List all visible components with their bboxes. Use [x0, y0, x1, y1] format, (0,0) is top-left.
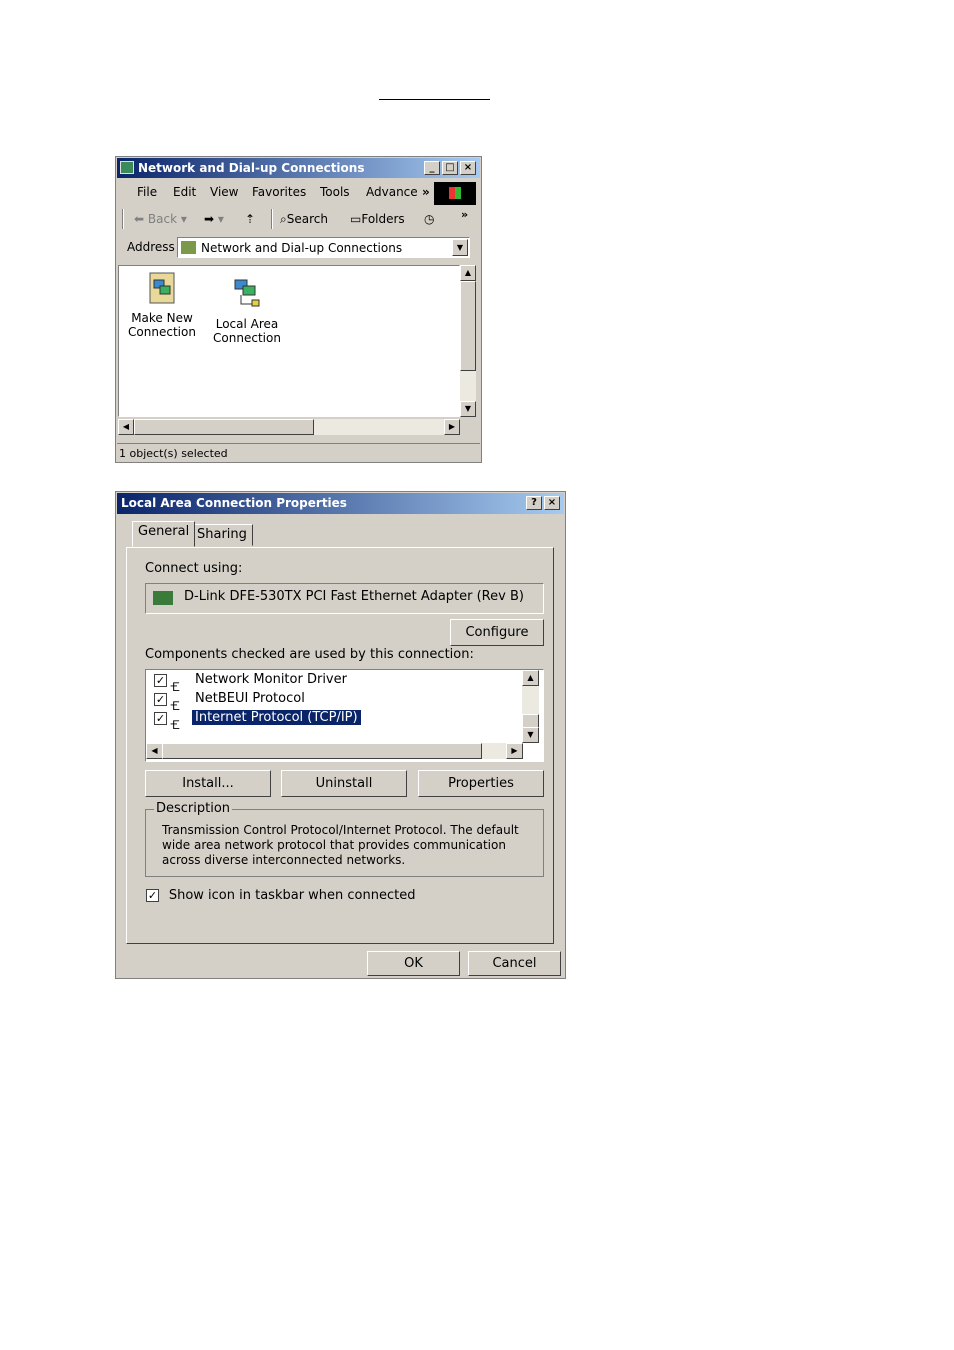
forward-dropdown-icon: ▾ [217, 212, 224, 226]
explorer-title: Network and Dial-up Connections [138, 161, 365, 175]
description-legend: Description [154, 801, 233, 816]
network-protocol-icon: 🝗 [170, 699, 180, 713]
show-icon-label: Show icon in taskbar when connected [168, 888, 416, 903]
status-bar: 1 object(s) selected [117, 443, 480, 463]
menu-favorites[interactable]: Favorites [252, 185, 306, 199]
help-button[interactable]: ? [526, 496, 542, 510]
component-checkbox[interactable]: ✓ [154, 693, 167, 706]
horizontal-scroll-thumb[interactable] [134, 419, 314, 435]
network-connections-window: Network and Dial-up Connections _ □ × Fi… [115, 156, 482, 463]
menu-bar: File Edit View Favorites Tools Advance » [118, 181, 433, 203]
menu-tools[interactable]: Tools [320, 185, 350, 199]
back-button[interactable]: ⬅ Back ▾ [134, 212, 187, 226]
folders-icon: ▭ [350, 212, 362, 226]
forward-button[interactable]: ➡ ▾ [204, 212, 224, 226]
address-bar: Address Network and Dial-up Connections … [118, 235, 478, 259]
list-horizontal-scrollbar[interactable]: ◀ ▶ [146, 743, 523, 759]
up-folder-icon: ⇡ [245, 212, 256, 226]
scroll-right-icon[interactable]: ▶ [506, 743, 523, 759]
make-new-connection-icon [149, 272, 175, 304]
component-checkbox[interactable]: ✓ [154, 712, 167, 725]
vertical-scrollbar[interactable]: ▲ ▼ [460, 265, 476, 417]
local-area-connection-properties-dialog: Local Area Connection Properties ? × Gen… [115, 491, 566, 979]
make-new-connection-item[interactable]: Make New Connection [118, 272, 206, 339]
description-group: Description Transmission Control Protoco… [145, 801, 544, 877]
address-input[interactable]: Network and Dial-up Connections ▼ [177, 237, 470, 258]
list-vertical-scrollbar[interactable]: ▲ ▼ [522, 670, 539, 743]
horizontal-scrollbar[interactable]: ◀ ▶ [118, 419, 460, 435]
back-arrow-icon: ⬅ [134, 212, 145, 226]
network-protocol-icon: 🝗 [170, 680, 180, 694]
standard-toolbar: ⬅ Back ▾ ➡ ▾ ⇡ ⌕Search ▭Folders ◷ » [118, 207, 478, 231]
components-label: Components checked are used by this conn… [145, 647, 474, 662]
list-horizontal-scroll-thumb[interactable] [162, 743, 482, 759]
tab-general[interactable]: General [132, 521, 196, 547]
local-area-connection-icon [234, 279, 260, 307]
dialog-close-button[interactable]: × [544, 496, 560, 510]
windows-logo-icon [434, 182, 476, 205]
scroll-right-icon[interactable]: ▶ [444, 419, 460, 435]
up-folder-button[interactable]: ⇡ [245, 212, 255, 226]
search-icon: ⌕ [280, 212, 287, 226]
components-list[interactable]: ✓ 🝗 Network Monitor Driver ✓ 🝗 NetBEUI P… [145, 669, 544, 762]
component-checkbox[interactable]: ✓ [154, 674, 167, 687]
connect-using-label: Connect using: [145, 561, 243, 576]
network-folder-icon [120, 161, 134, 174]
dialog-titlebar[interactable]: Local Area Connection Properties ? × [117, 493, 564, 514]
forward-arrow-icon: ➡ [204, 212, 215, 226]
show-icon-checkbox[interactable]: ✓ [146, 889, 159, 902]
network-adapter-icon [153, 591, 173, 605]
show-icon-option[interactable]: ✓ Show icon in taskbar when connected [146, 888, 415, 903]
scroll-up-icon[interactable]: ▲ [460, 265, 476, 281]
explorer-titlebar[interactable]: Network and Dial-up Connections _ □ × [117, 158, 480, 178]
menu-file[interactable]: File [137, 185, 157, 199]
address-dropdown-icon[interactable]: ▼ [452, 239, 468, 256]
page-underline [379, 99, 490, 100]
local-area-connection-item[interactable]: Local Area Connection [203, 278, 291, 345]
close-button[interactable]: × [460, 161, 476, 175]
vertical-scroll-thumb[interactable] [460, 281, 476, 371]
folder-content-pane[interactable]: Make New Connection Local Area Connectio… [118, 265, 460, 417]
scroll-up-icon[interactable]: ▲ [522, 670, 539, 686]
scroll-left-icon[interactable]: ◀ [146, 743, 163, 759]
history-icon: ◷ [424, 212, 435, 226]
dialog-title: Local Area Connection Properties [121, 496, 347, 510]
menu-overflow-chevron-icon[interactable]: » [422, 185, 430, 199]
adapter-field: D-Link DFE-530TX PCI Fast Ethernet Adapt… [145, 583, 544, 614]
back-dropdown-icon: ▾ [180, 212, 187, 226]
history-button[interactable]: ◷ [424, 212, 434, 226]
toolbar-grip [122, 209, 124, 229]
search-button[interactable]: ⌕Search [280, 212, 328, 227]
description-text: Transmission Control Protocol/Internet P… [162, 823, 519, 867]
scroll-down-icon[interactable]: ▼ [522, 727, 539, 743]
toolbar-separator [271, 209, 273, 229]
address-label: Address [127, 240, 175, 254]
scroll-left-icon[interactable]: ◀ [118, 419, 134, 435]
configure-button[interactable]: Configure [450, 619, 544, 646]
network-folder-icon [181, 241, 196, 254]
install-button[interactable]: Install... [145, 770, 271, 797]
cancel-button[interactable]: Cancel [468, 951, 561, 976]
uninstall-button[interactable]: Uninstall [281, 770, 407, 797]
menu-advance[interactable]: Advance [366, 185, 418, 199]
menu-view[interactable]: View [210, 185, 238, 199]
tab-sharing[interactable]: Sharing [191, 524, 253, 546]
scroll-down-icon[interactable]: ▼ [460, 401, 476, 417]
network-protocol-icon: 🝗 [170, 718, 180, 732]
adapter-name: D-Link DFE-530TX PCI Fast Ethernet Adapt… [184, 589, 524, 604]
ok-button[interactable]: OK [367, 951, 460, 976]
address-value: Network and Dial-up Connections [201, 241, 403, 255]
minimize-button[interactable]: _ [424, 161, 440, 175]
properties-button[interactable]: Properties [418, 770, 544, 797]
maximize-button[interactable]: □ [442, 161, 458, 175]
folders-button[interactable]: ▭Folders [350, 212, 405, 226]
toolbar-overflow-chevron-icon[interactable]: » [461, 208, 468, 221]
menu-edit[interactable]: Edit [173, 185, 196, 199]
